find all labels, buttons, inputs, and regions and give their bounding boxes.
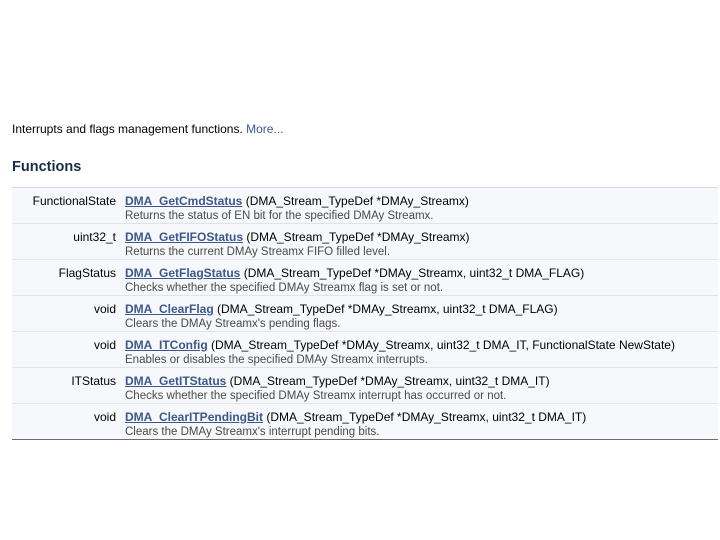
function-link-it-config[interactable]: DMA_ITConfig [125,338,208,352]
function-params: (DMA_Stream_TypeDef *DMAy_Streamx, uint3… [240,266,585,280]
function-signature: DMA_ClearFlag (DMA_Stream_TypeDef *DMAy_… [116,296,558,331]
function-row-get-fifo-status: uint32_t DMA_GetFIFOStatus (DMA_Stream_T… [12,224,718,260]
function-row-get-flag-status: FlagStatus DMA_GetFlagStatus (DMA_Stream… [12,260,718,296]
function-params: (DMA_Stream_TypeDef *DMAy_Streamx, uint3… [226,374,550,388]
function-row-clear-it-pending-bit: void DMA_ClearITPendingBit (DMA_Stream_T… [12,404,718,440]
function-description: Clears the DMAy Streamx's interrupt pend… [125,426,380,438]
function-params: (DMA_Stream_TypeDef *DMAy_Streamx) [242,194,469,208]
function-description: Checks whether the specified DMAy Stream… [125,282,444,294]
function-description: Returns the status of EN bit for the spe… [125,210,434,222]
function-row-get-cmd-status: FunctionalState DMA_GetCmdStatus (DMA_St… [12,188,718,224]
function-signature: DMA_GetFIFOStatus (DMA_Stream_TypeDef *D… [116,224,470,259]
return-type: void [93,410,116,424]
function-row-get-it-status: ITStatus DMA_GetITStatus (DMA_Stream_Typ… [12,368,718,404]
function-params: (DMA_Stream_TypeDef *DMAy_Streamx, uint3… [207,338,675,352]
function-params: (DMA_Stream_TypeDef *DMAy_Streamx) [243,230,470,244]
function-signature: DMA_GetITStatus (DMA_Stream_TypeDef *DMA… [116,368,550,403]
function-link-get-cmd-status[interactable]: DMA_GetCmdStatus [125,194,242,208]
return-type: ITStatus [71,374,116,388]
functions-heading: Functions [12,159,82,175]
function-params: (DMA_Stream_TypeDef *DMAy_Streamx, uint3… [213,302,558,316]
function-description: Clears the DMAy Streamx's pending flags. [125,318,341,330]
function-signature: DMA_ITConfig (DMA_Stream_TypeDef *DMAy_S… [116,332,675,367]
function-signature: DMA_GetCmdStatus (DMA_Stream_TypeDef *DM… [116,188,469,223]
functions-table: FunctionalState DMA_GetCmdStatus (DMA_St… [12,187,718,440]
function-params: (DMA_Stream_TypeDef *DMAy_Streamx, uint3… [263,410,587,424]
function-description: Checks whether the specified DMAy Stream… [125,390,507,402]
function-link-get-fifo-status[interactable]: DMA_GetFIFOStatus [125,230,243,244]
function-signature: DMA_ClearITPendingBit (DMA_Stream_TypeDe… [116,404,586,439]
function-description: Enables or disables the specified DMAy S… [125,354,428,366]
return-type: void [93,338,116,352]
return-type: FunctionalState [32,194,116,208]
return-type: FlagStatus [58,266,116,280]
function-row-it-config: void DMA_ITConfig (DMA_Stream_TypeDef *D… [12,332,718,368]
intro-description: Interrupts and flags management function… [12,122,247,136]
intro-text: Interrupts and flags management function… [12,121,283,137]
function-signature: DMA_GetFlagStatus (DMA_Stream_TypeDef *D… [116,260,584,295]
function-description: Returns the current DMAy Streamx FIFO fi… [125,246,391,258]
return-type: void [93,302,116,316]
function-link-get-it-status[interactable]: DMA_GetITStatus [125,374,226,388]
function-row-clear-flag: void DMA_ClearFlag (DMA_Stream_TypeDef *… [12,296,718,332]
function-link-get-flag-status[interactable]: DMA_GetFlagStatus [125,266,240,280]
function-link-clear-it-pending-bit[interactable]: DMA_ClearITPendingBit [125,410,263,424]
more-link[interactable]: More... [246,122,283,136]
return-type: uint32_t [73,230,116,244]
function-link-clear-flag[interactable]: DMA_ClearFlag [125,302,214,316]
